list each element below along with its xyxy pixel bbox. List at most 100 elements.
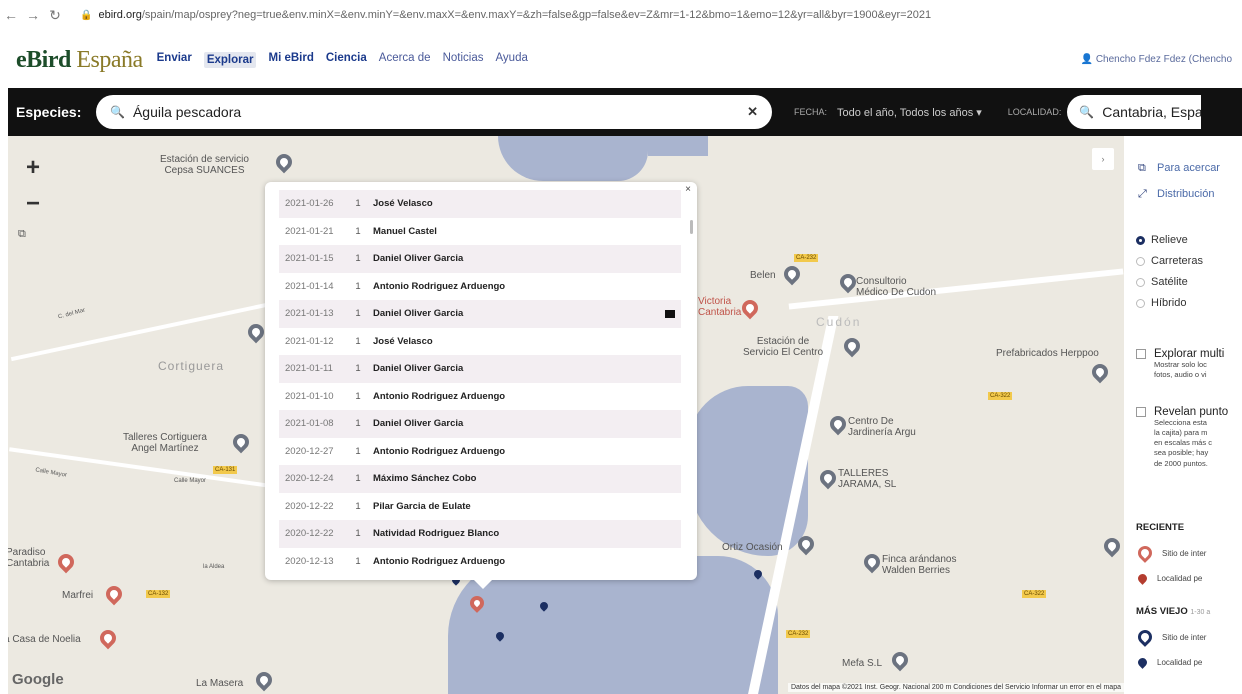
species-input[interactable]: 🔍 Águila pescadora ✕ — [96, 95, 772, 129]
nav-ciencia[interactable]: Ciencia — [326, 52, 367, 68]
sighting-observer: Natividad Rodriguez Blanco — [373, 528, 500, 540]
sighting-date[interactable]: 2021-01-14 — [285, 281, 349, 292]
map-label: a Casa de Noelia — [8, 634, 81, 645]
locality-input[interactable]: 🔍 Cantabria, Espa — [1067, 95, 1202, 129]
map-marker[interactable] — [826, 412, 850, 436]
map-label: C. del Mar — [57, 307, 86, 321]
sighting-date[interactable]: 2020-12-13 — [285, 556, 349, 567]
date-label: FECHA: — [794, 107, 828, 117]
back-arrow-icon[interactable]: ← — [0, 7, 22, 23]
sighting-row[interactable]: 2021-01-10 1 Antonio Rodriguez Arduengo — [279, 383, 681, 411]
map-marker[interactable] — [780, 262, 804, 286]
close-icon[interactable]: × — [685, 184, 691, 195]
sighting-row[interactable]: 2021-01-13 1 Daniel Oliver Garcia — [279, 300, 681, 328]
reveal-desc-line: en escalas más c — [1154, 438, 1212, 448]
map-marker[interactable] — [860, 550, 884, 574]
sighting-date[interactable]: 2020-12-22 — [285, 501, 349, 512]
ebird-logo[interactable]: eBird España — [16, 47, 143, 74]
lock-icon[interactable]: 🔒 — [80, 10, 92, 21]
nav-ayuda[interactable]: Ayuda — [495, 52, 527, 68]
sighting-row[interactable]: 2021-01-26 1 José Velasco — [279, 190, 681, 218]
map-marker[interactable] — [272, 150, 296, 174]
maptype-relieve[interactable]: Relieve — [1136, 234, 1188, 246]
sighting-row[interactable]: 2021-01-12 1 José Velasco — [279, 328, 681, 356]
nav-enviar[interactable]: Enviar — [157, 52, 192, 68]
reload-icon[interactable]: ↻ — [44, 7, 66, 24]
sighting-date[interactable]: 2020-12-22 — [285, 528, 349, 539]
map-marker[interactable] — [1088, 360, 1112, 384]
sighting-observer: Daniel Oliver Garcia — [373, 363, 464, 375]
address-field[interactable]: ebird.org/spain/map/osprey?neg=true&env.… — [98, 9, 931, 21]
map-marker[interactable] — [816, 466, 840, 490]
sighting-row[interactable]: 2020-12-27 1 Antonio Rodriguez Arduengo — [279, 438, 681, 466]
zoom-rectangle-icon[interactable]: ⧉ — [18, 228, 26, 241]
sighting-date[interactable]: 2021-01-10 — [285, 391, 349, 402]
map-marker[interactable] — [96, 626, 120, 650]
sighting-row[interactable]: 2020-12-22 1 Natividad Rodriguez Blanco — [279, 520, 681, 548]
distribution-link[interactable]: ⤢ Distribución — [1138, 188, 1214, 200]
sighting-date[interactable]: 2020-12-24 — [285, 473, 349, 484]
map-marker[interactable] — [244, 320, 268, 344]
browser-url-bar: ← → ↻ 🔒 ebird.org/spain/map/osprey?neg=t… — [0, 0, 1242, 30]
map-attribution[interactable]: Datos del mapa ©2021 Inst. Geogr. Nacion… — [787, 683, 1124, 692]
maptype-satelite[interactable]: Satélite — [1136, 276, 1188, 288]
map-marker[interactable] — [229, 430, 253, 454]
search-icon: 🔍 — [110, 105, 125, 119]
sighting-row[interactable]: 2021-01-08 1 Daniel Oliver Garcia — [279, 410, 681, 438]
sighting-row[interactable]: 2021-01-15 1 Daniel Oliver Garcia — [279, 245, 681, 273]
collapse-panel-button[interactable]: › — [1092, 148, 1114, 170]
sighting-row[interactable]: 2020-12-24 1 Máximo Sánchez Cobo — [279, 465, 681, 493]
legend-item: Sitio de inter — [1135, 543, 1206, 563]
nav-mi-ebird[interactable]: Mi eBird — [268, 52, 313, 68]
sighting-date[interactable]: 2021-01-12 — [285, 336, 349, 347]
dropdown-caret-icon: ▾ — [976, 106, 982, 119]
sighting-count: 1 — [355, 473, 361, 485]
reveal-points-checkbox[interactable]: Revelan punto — [1136, 406, 1242, 418]
sighting-row[interactable]: 2021-01-21 1 Manuel Castel — [279, 218, 681, 246]
sighting-date[interactable]: 2021-01-08 — [285, 418, 349, 429]
sighting-row[interactable]: 2021-01-11 1 Daniel Oliver Garcia — [279, 355, 681, 383]
map-label: Paradiso Cantabria — [8, 547, 50, 569]
map-marker[interactable] — [1100, 534, 1124, 558]
explore-multi-option: Explorar multi Mostrar solo loc fotos, a… — [1136, 348, 1242, 380]
nav-noticias[interactable]: Noticias — [443, 52, 484, 68]
sighting-date[interactable]: 2021-01-21 — [285, 226, 349, 237]
user-menu[interactable]: 👤 Chencho Fdez Fdez (Chencho — [1081, 54, 1232, 65]
clear-species-icon[interactable]: ✕ — [747, 104, 758, 120]
checkbox[interactable] — [1136, 407, 1146, 417]
forward-arrow-icon[interactable]: → — [22, 7, 44, 23]
zoom-in-button[interactable]: + — [18, 150, 48, 186]
sighting-date[interactable]: 2021-01-15 — [285, 253, 349, 264]
maptype-carreteras[interactable]: Carreteras — [1136, 255, 1203, 267]
sighting-observer: Manuel Castel — [373, 225, 437, 237]
date-dropdown[interactable]: Todo el año, Todos los años ▾ — [837, 106, 982, 119]
reveal-desc-line: de 2000 puntos. — [1154, 458, 1208, 468]
road-badge: CA-131 — [213, 466, 238, 474]
nav-explorar[interactable]: Explorar — [203, 52, 257, 68]
reveal-points-option: Revelan punto Selecciona esta la cajita)… — [1136, 406, 1242, 469]
sighting-date[interactable]: 2021-01-13 — [285, 308, 349, 319]
maptype-hibrido[interactable]: Híbrido — [1136, 297, 1186, 309]
map-marker[interactable] — [102, 582, 126, 606]
sighting-date[interactable]: 2021-01-11 — [285, 363, 349, 374]
explore-multi-checkbox[interactable]: Explorar multi — [1136, 348, 1242, 360]
popup-scrollbar[interactable] — [690, 220, 693, 234]
zoom-out-button[interactable]: − — [18, 186, 48, 222]
reveal-desc-line: la cajita) para m — [1154, 428, 1208, 438]
sighting-date[interactable]: 2020-12-27 — [285, 446, 349, 457]
site-header: eBird España Enviar Explorar Mi eBird Ci… — [0, 40, 1242, 80]
map-marker[interactable] — [888, 648, 912, 672]
sighting-row[interactable]: 2021-01-14 1 Antonio Rodriguez Arduengo — [279, 273, 681, 301]
sighting-date[interactable]: 2021-01-26 — [285, 198, 349, 209]
map-marker[interactable] — [54, 550, 78, 574]
map-label: Estación de Servicio El Centro — [743, 336, 824, 358]
zoom-to-fit-link[interactable]: ⧉ Para acercar — [1138, 162, 1220, 174]
sighting-row[interactable]: 2020-12-22 1 Pilar Garcia de Eulate — [279, 493, 681, 521]
sighting-row[interactable]: 2020-12-13 1 Antonio Rodriguez Arduengo — [279, 548, 681, 576]
map-marker[interactable] — [252, 668, 276, 692]
checkbox[interactable] — [1136, 349, 1146, 359]
map-marker[interactable] — [738, 296, 762, 320]
map-marker[interactable] — [840, 334, 864, 358]
nav-acerca-de[interactable]: Acerca de — [379, 52, 431, 68]
species-value: Águila pescadora — [132, 104, 242, 120]
